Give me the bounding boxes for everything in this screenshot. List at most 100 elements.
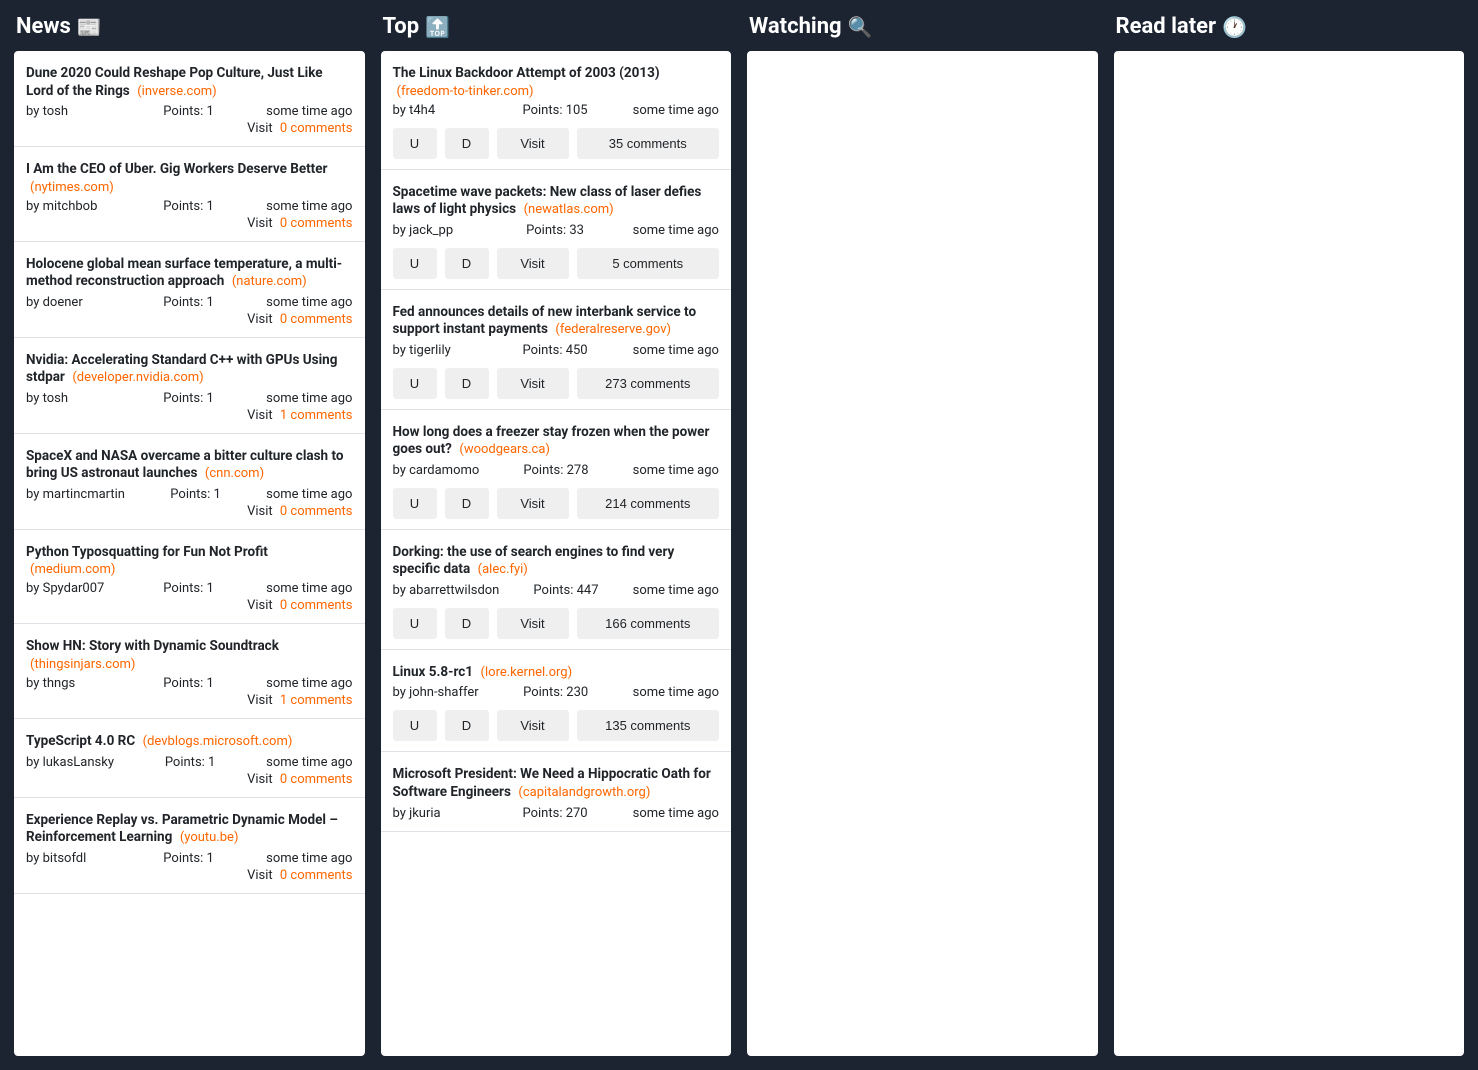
card-title[interactable]: SpaceX and NASA overcame a bitter cultur… xyxy=(26,448,343,482)
card-domain[interactable]: (capitalandgrowth.org) xyxy=(518,785,650,800)
card-domain[interactable]: (freedom-to-tinker.com) xyxy=(397,84,534,99)
card-domain[interactable]: (devblogs.microsoft.com) xyxy=(143,734,293,749)
card-title[interactable]: I Am the CEO of Uber. Gig Workers Deserv… xyxy=(26,161,328,177)
upvote-button[interactable]: U xyxy=(393,710,437,741)
card-author: by cardamomo xyxy=(393,463,480,478)
top-card: Spacetime wave packets: New class of las… xyxy=(381,170,732,290)
news-card: I Am the CEO of Uber. Gig Workers Deserv… xyxy=(14,147,365,242)
visit-link[interactable]: Visit xyxy=(247,598,273,613)
card-author: by Spydar007 xyxy=(26,581,111,596)
card-domain[interactable]: (nytimes.com) xyxy=(30,180,114,195)
visit-link[interactable]: Visit xyxy=(247,504,273,519)
comments-link[interactable]: 0 comments xyxy=(280,312,353,327)
comments-link[interactable]: 1 comments xyxy=(280,408,353,423)
card-points: Points: 1 xyxy=(163,295,214,310)
visit-button[interactable]: Visit xyxy=(497,128,569,159)
column-title: Top xyxy=(383,14,420,39)
column-header-top: Top 🔝 xyxy=(381,14,732,39)
visit-link[interactable]: Visit xyxy=(247,868,273,883)
card-points: Points: 270 xyxy=(522,806,587,821)
card-domain[interactable]: (developer.nvidia.com) xyxy=(72,370,203,385)
card-title[interactable]: Python Typosquatting for Fun Not Profit xyxy=(26,544,268,560)
card-domain[interactable]: (newatlas.com) xyxy=(524,202,614,217)
visit-button[interactable]: Visit xyxy=(497,248,569,279)
card-domain[interactable]: (inverse.com) xyxy=(137,84,216,99)
card-domain[interactable]: (federalreserve.gov) xyxy=(555,322,671,337)
card-points: Points: 33 xyxy=(526,223,584,238)
visit-button[interactable]: Visit xyxy=(497,710,569,741)
card-domain[interactable]: (woodgears.ca) xyxy=(459,442,550,457)
card-author: by mitchbob xyxy=(26,199,111,214)
top-card: The Linux Backdoor Attempt of 2003 (2013… xyxy=(381,51,732,170)
visit-button[interactable]: Visit xyxy=(497,368,569,399)
comments-link[interactable]: 1 comments xyxy=(280,693,353,708)
comments-button[interactable]: 214 comments xyxy=(577,488,720,519)
upvote-button[interactable]: U xyxy=(393,248,437,279)
comments-link[interactable]: 0 comments xyxy=(280,868,353,883)
card-time: some time ago xyxy=(633,583,719,598)
column-title: Read later xyxy=(1116,14,1217,39)
card-domain[interactable]: (thingsinjars.com) xyxy=(30,657,135,672)
card-time: some time ago xyxy=(633,685,719,700)
downvote-button[interactable]: D xyxy=(445,710,489,741)
downvote-button[interactable]: D xyxy=(445,128,489,159)
comments-link[interactable]: 0 comments xyxy=(280,504,353,519)
visit-link[interactable]: Visit xyxy=(247,312,273,327)
comments-link[interactable]: 0 comments xyxy=(280,598,353,613)
comments-link[interactable]: 0 comments xyxy=(280,216,353,231)
visit-link[interactable]: Visit xyxy=(247,121,273,136)
column-body-news[interactable]: Dune 2020 Could Reshape Pop Culture, Jus… xyxy=(14,51,365,1056)
column-top: Top 🔝 The Linux Backdoor Attempt of 2003… xyxy=(381,14,732,1056)
column-body-top[interactable]: The Linux Backdoor Attempt of 2003 (2013… xyxy=(381,51,732,1056)
card-time: some time ago xyxy=(266,676,352,691)
comments-button[interactable]: 35 comments xyxy=(577,128,720,159)
column-body-readlater[interactable] xyxy=(1114,51,1465,1056)
card-title[interactable]: How long does a freezer stay frozen when… xyxy=(393,424,710,458)
card-title[interactable]: Linux 5.8-rc1 xyxy=(393,664,474,680)
upvote-button[interactable]: U xyxy=(393,608,437,639)
column-header-watching: Watching 🔍 xyxy=(747,14,1098,39)
card-title[interactable]: Show HN: Story with Dynamic Soundtrack xyxy=(26,638,279,654)
card-title[interactable]: TypeScript 4.0 RC xyxy=(26,733,135,749)
comments-button[interactable]: 5 comments xyxy=(577,248,720,279)
news-card: Show HN: Story with Dynamic Soundtrack (… xyxy=(14,624,365,719)
card-points: Points: 230 xyxy=(523,685,588,700)
comments-button[interactable]: 273 comments xyxy=(577,368,720,399)
card-domain[interactable]: (cnn.com) xyxy=(205,466,264,481)
card-domain[interactable]: (nature.com) xyxy=(232,274,307,289)
downvote-button[interactable]: D xyxy=(445,368,489,399)
visit-button[interactable]: Visit xyxy=(497,608,569,639)
top-card: Microsoft President: We Need a Hippocrat… xyxy=(381,752,732,831)
column-title: News xyxy=(16,14,71,39)
card-time: some time ago xyxy=(633,343,719,358)
downvote-button[interactable]: D xyxy=(445,488,489,519)
upvote-button[interactable]: U xyxy=(393,128,437,159)
card-points: Points: 1 xyxy=(165,755,216,770)
comments-button[interactable]: 135 comments xyxy=(577,710,720,741)
visit-link[interactable]: Visit xyxy=(247,216,273,231)
comments-link[interactable]: 0 comments xyxy=(280,772,353,787)
comments-link[interactable]: 0 comments xyxy=(280,121,353,136)
downvote-button[interactable]: D xyxy=(445,608,489,639)
card-points: Points: 105 xyxy=(522,103,587,118)
upvote-button[interactable]: U xyxy=(393,488,437,519)
visit-link[interactable]: Visit xyxy=(247,693,273,708)
card-title[interactable]: Dorking: the use of search engines to fi… xyxy=(393,544,675,578)
upvote-button[interactable]: U xyxy=(393,368,437,399)
card-domain[interactable]: (youtu.be) xyxy=(180,830,239,845)
column-body-watching[interactable] xyxy=(747,51,1098,1056)
news-card: Experience Replay vs. Parametric Dynamic… xyxy=(14,798,365,894)
visit-link[interactable]: Visit xyxy=(247,408,273,423)
card-author: by tosh xyxy=(26,391,111,406)
visit-button[interactable]: Visit xyxy=(497,488,569,519)
visit-link[interactable]: Visit xyxy=(247,772,273,787)
card-domain[interactable]: (medium.com) xyxy=(30,562,115,577)
card-domain[interactable]: (lore.kernel.org) xyxy=(481,665,573,680)
card-author: by tigerlily xyxy=(393,343,478,358)
downvote-button[interactable]: D xyxy=(445,248,489,279)
comments-button[interactable]: 166 comments xyxy=(577,608,720,639)
card-title[interactable]: The Linux Backdoor Attempt of 2003 (2013… xyxy=(393,65,660,81)
card-domain[interactable]: (alec.fyi) xyxy=(478,562,528,577)
top-icon: 🔝 xyxy=(425,15,450,39)
news-card: Python Typosquatting for Fun Not Profit … xyxy=(14,530,365,625)
